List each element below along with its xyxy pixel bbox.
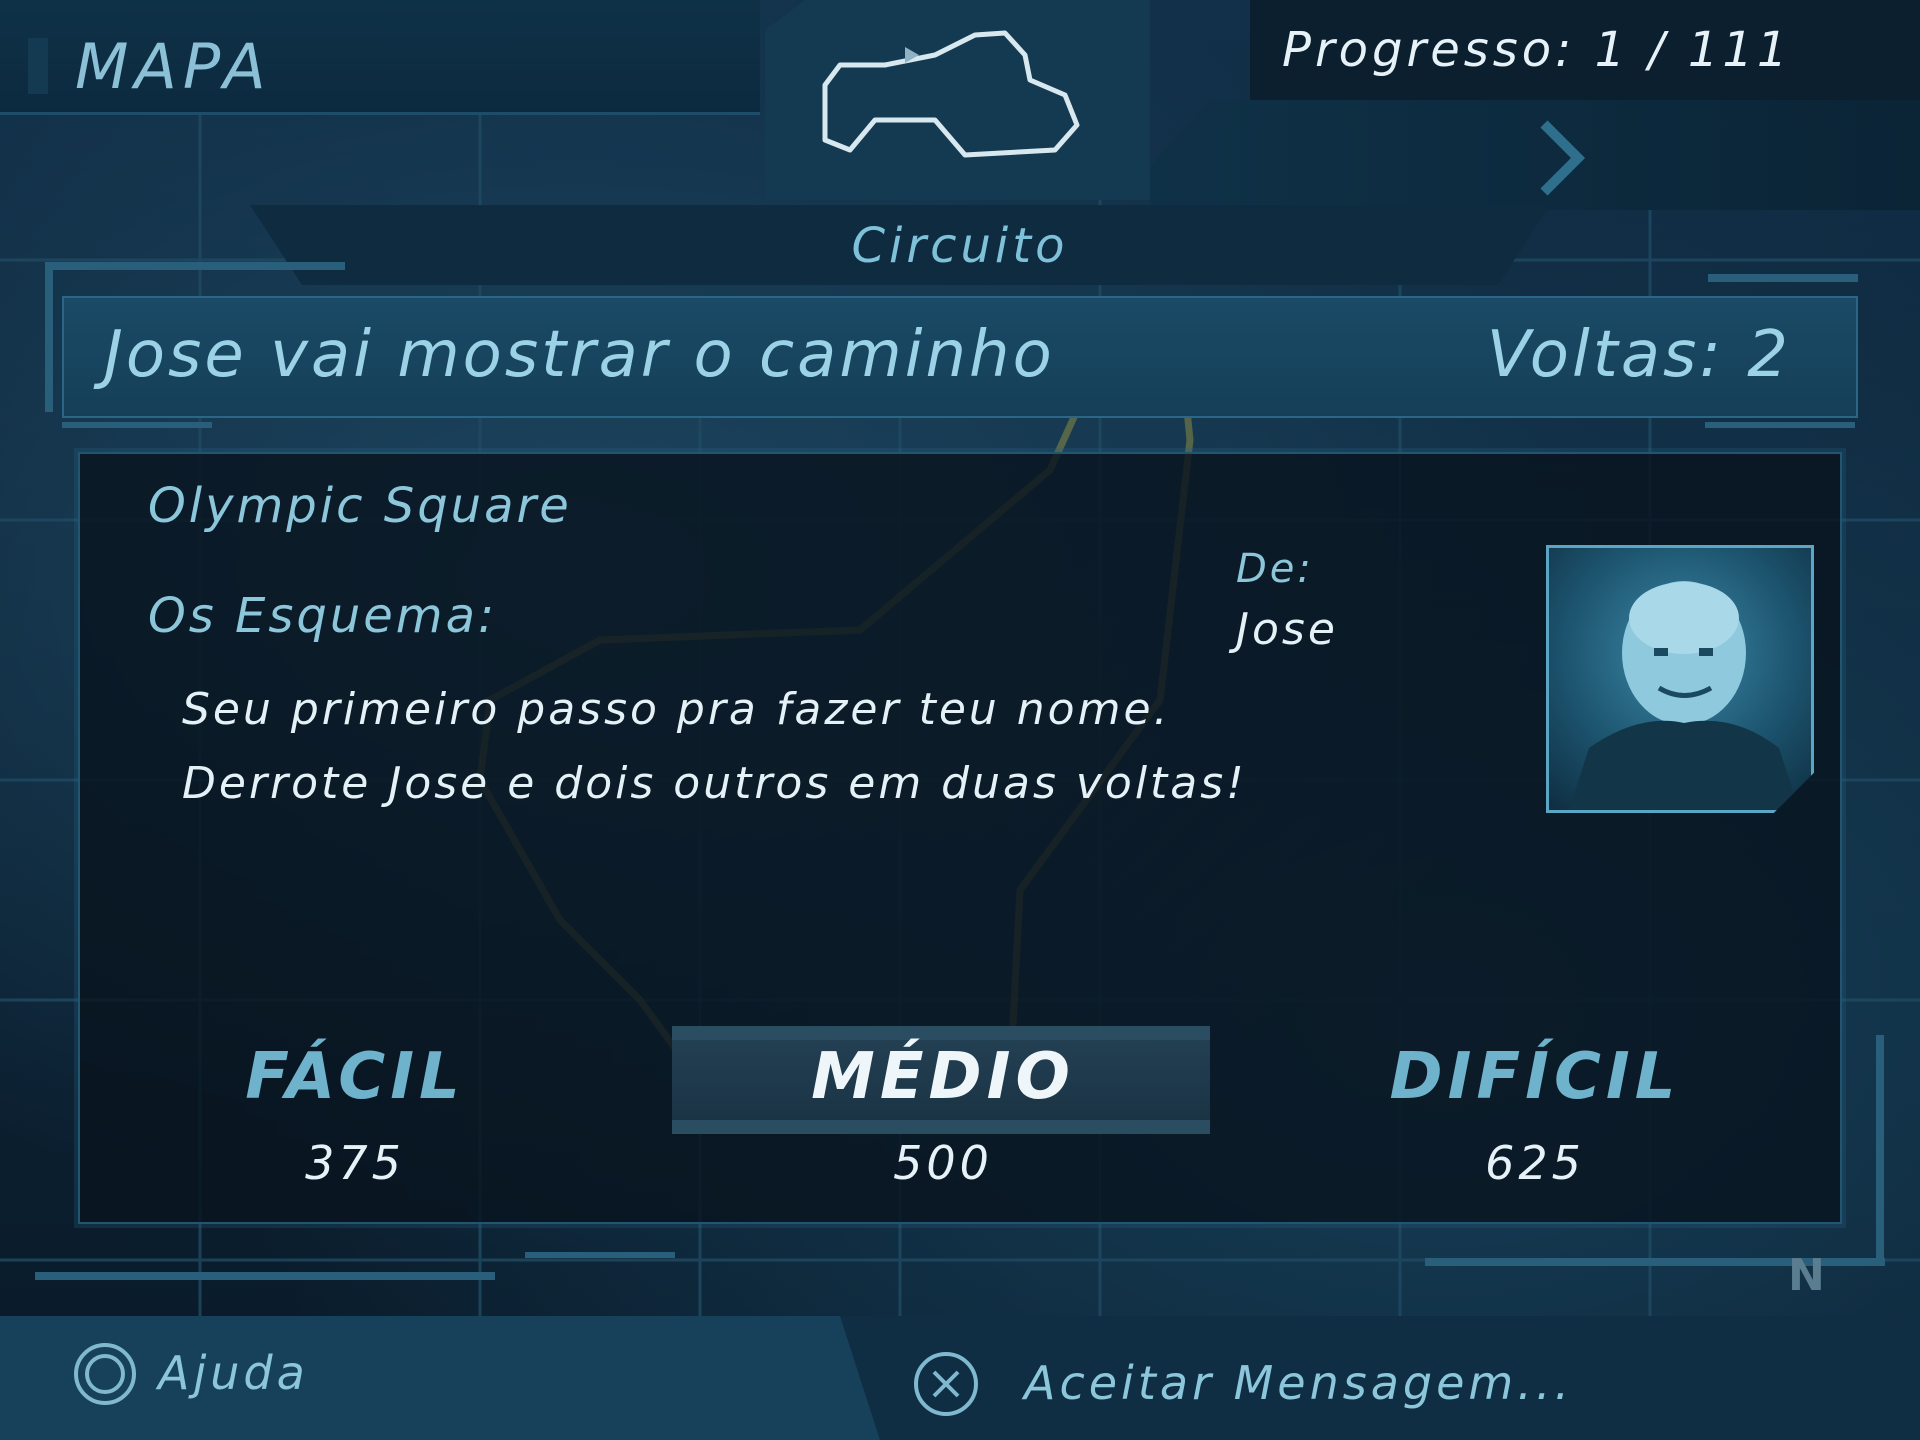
event-title: Jose vai mostrar o caminho xyxy=(104,318,1055,392)
difficulty-option-medium[interactable]: MÉDIO 500 xyxy=(743,1040,1143,1190)
frame-line xyxy=(35,1272,495,1280)
section-label: Os Esquema: xyxy=(148,588,498,644)
frame-line xyxy=(45,262,345,270)
description-line-2: Derrote Jose e dois outros em duas volta… xyxy=(182,758,1247,809)
difficulty-label: MÉDIO xyxy=(811,1040,1075,1114)
frame-line xyxy=(1708,274,1858,282)
accept-message-button-label[interactable]: Aceitar Mensagem... xyxy=(1024,1356,1573,1410)
contact-portrait xyxy=(1546,545,1814,813)
chevron-right-icon[interactable] xyxy=(1538,118,1588,198)
frame-line xyxy=(1876,1035,1884,1265)
difficulty-option-hard[interactable]: DIFÍCIL 625 xyxy=(1335,1040,1735,1190)
compass-north: N xyxy=(1788,1250,1825,1301)
cross-button-icon[interactable] xyxy=(912,1350,980,1418)
help-button-label[interactable]: Ajuda xyxy=(158,1346,309,1400)
top-bar-accent xyxy=(28,38,48,94)
description-line-1: Seu primeiro passo pra fazer teu nome. xyxy=(182,684,1171,735)
difficulty-label: FÁCIL xyxy=(245,1040,465,1114)
laps-count: Voltas: 2 xyxy=(1486,318,1791,392)
sender-label: De: xyxy=(1236,546,1314,592)
event-location: Olympic Square xyxy=(148,478,572,534)
difficulty-reward: 375 xyxy=(305,1136,405,1190)
difficulty-reward: 625 xyxy=(1485,1136,1585,1190)
difficulty-label: DIFÍCIL xyxy=(1389,1040,1681,1114)
screen-title: MAPA xyxy=(75,30,272,103)
difficulty-reward: 500 xyxy=(893,1136,993,1190)
track-outline-icon xyxy=(822,30,1080,158)
frame-line xyxy=(45,262,53,412)
event-header: Jose vai mostrar o caminho Voltas: 2 xyxy=(62,296,1858,418)
circle-button-icon[interactable] xyxy=(72,1341,138,1407)
frame-line xyxy=(1705,422,1855,428)
frame-line xyxy=(525,1252,675,1258)
frame-line xyxy=(62,422,212,428)
car-strip xyxy=(1150,100,1920,210)
sender-name: Jose xyxy=(1236,604,1338,655)
person-silhouette-icon xyxy=(1569,581,1799,810)
difficulty-option-easy[interactable]: FÁCIL 375 xyxy=(155,1040,555,1190)
progress-counter: Progresso: 1 / 111 xyxy=(1282,22,1792,78)
